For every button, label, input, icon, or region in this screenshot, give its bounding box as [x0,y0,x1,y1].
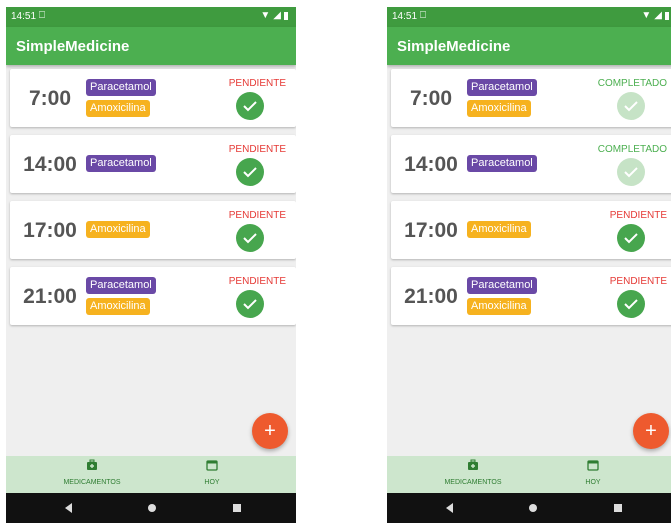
medicine-chip: Amoxicilina [467,100,531,117]
calendar-icon [587,460,599,471]
sim-icon: ⎕ [39,10,45,21]
nav-hoy[interactable]: HOY [162,458,262,486]
dose-status: PENDIENTE [609,276,667,287]
dose-status: PENDIENTE [228,210,286,221]
take-dose-check-button[interactable] [617,290,645,318]
app-bar: SimpleMedicine [6,27,296,65]
check-icon [243,167,257,178]
sim-icon: ⎕ [420,10,426,21]
status-time: 14:51 [392,11,418,22]
dose-time: 21:00 [23,285,77,308]
recents-icon[interactable] [232,503,242,513]
app-title: SimpleMedicine [397,38,511,55]
nav-hoy-label: HOY [204,479,220,486]
dose-status: COMPLETADO [597,144,667,155]
dose-status: PENDIENTE [228,78,286,89]
take-dose-check-button[interactable] [617,224,645,252]
dose-status: COMPLETADO [597,78,667,89]
wifi-icon: ▼ [641,10,652,21]
dose-card[interactable]: 21:00 Paracetamol Amoxicilina PENDIENTE [10,267,296,325]
dose-status: PENDIENTE [228,276,286,287]
medicine-chip: Amoxicilina [86,221,150,238]
app-title: SimpleMedicine [16,38,130,55]
take-dose-check-button[interactable] [617,158,645,186]
dose-status: PENDIENTE [609,210,667,221]
battery-icon [284,11,288,20]
phone-screen-left: 14:51 ⎕ ▼ ◢ SimpleMedicine 7:00 Paraceta… [6,7,296,523]
add-dose-fab[interactable]: + [633,413,669,449]
medicine-chip: Paracetamol [86,277,156,294]
nav-hoy-label: HOY [585,479,601,486]
system-icons: ▼ ◢ [641,10,669,21]
status-bar: 14:51 ⎕ ▼ ◢ [6,7,296,27]
check-icon [624,299,638,310]
dose-card[interactable]: 14:00 Paracetamol PENDIENTE [10,135,296,193]
status-bar: 14:51 ⎕ ▼ ◢ [387,7,671,27]
dose-card[interactable]: 17:00 Amoxicilina PENDIENTE [10,201,296,259]
nav-medicamentos[interactable]: MEDICAMENTOS [423,458,523,486]
nav-hoy[interactable]: HOY [543,458,643,486]
bottom-navigation: MEDICAMENTOS HOY [387,456,671,493]
medicine-chip: Paracetamol [467,155,537,172]
status-time: 14:51 [11,11,37,22]
nav-medicamentos[interactable]: MEDICAMENTOS [42,458,142,486]
calendar-icon [206,460,218,471]
check-icon [243,101,257,112]
dose-time: 21:00 [404,285,458,308]
signal-icon: ◢ [654,10,662,21]
take-dose-check-button[interactable] [236,158,264,186]
dose-time: 14:00 [23,153,77,176]
dose-card[interactable]: 17:00 Amoxicilina PENDIENTE [391,201,671,259]
back-icon[interactable] [64,503,74,513]
phone-screen-right: 14:51 ⎕ ▼ ◢ SimpleMedicine 7:00 Paraceta… [387,7,671,523]
medkit-icon [87,459,97,470]
medicine-chip: Amoxicilina [467,221,531,238]
wifi-icon: ▼ [260,10,271,21]
check-icon [243,233,257,244]
dose-time: 7:00 [28,87,72,110]
app-bar: SimpleMedicine [387,27,671,65]
medicine-chip: Amoxicilina [467,298,531,315]
medicine-chip: Paracetamol [467,277,537,294]
system-navigation-bar [6,493,296,523]
system-navigation-bar [387,493,671,523]
check-icon [624,167,638,178]
home-icon[interactable] [147,503,157,513]
add-dose-fab[interactable]: + [252,413,288,449]
dose-card[interactable]: 21:00 Paracetamol Amoxicilina PENDIENTE [391,267,671,325]
medkit-icon [468,459,478,470]
system-icons: ▼ ◢ [260,10,288,21]
take-dose-check-button[interactable] [236,224,264,252]
check-icon [624,233,638,244]
signal-icon: ◢ [273,10,281,21]
dose-status: PENDIENTE [228,144,286,155]
check-icon [624,101,638,112]
medicine-chip: Paracetamol [467,79,537,96]
take-dose-check-button[interactable] [236,290,264,318]
dose-card[interactable]: 14:00 Paracetamol COMPLETADO [391,135,671,193]
take-dose-check-button[interactable] [236,92,264,120]
check-icon [243,299,257,310]
dose-time: 14:00 [404,153,458,176]
take-dose-check-button[interactable] [617,92,645,120]
back-icon[interactable] [445,503,455,513]
medicine-chip: Amoxicilina [86,298,150,315]
battery-icon [665,11,669,20]
dose-card[interactable]: 7:00 Paracetamol Amoxicilina PENDIENTE [10,69,296,127]
medicine-chip: Paracetamol [86,155,156,172]
dose-time: 17:00 [23,219,77,242]
home-icon[interactable] [528,503,538,513]
dose-time: 17:00 [404,219,458,242]
recents-icon[interactable] [613,503,623,513]
dose-time: 7:00 [409,87,453,110]
nav-medicamentos-label: MEDICAMENTOS [444,479,502,486]
bottom-navigation: MEDICAMENTOS HOY [6,456,296,493]
medicine-chip: Paracetamol [86,79,156,96]
nav-medicamentos-label: MEDICAMENTOS [63,479,121,486]
medicine-chip: Amoxicilina [86,100,150,117]
dose-card[interactable]: 7:00 Paracetamol Amoxicilina COMPLETADO [391,69,671,127]
